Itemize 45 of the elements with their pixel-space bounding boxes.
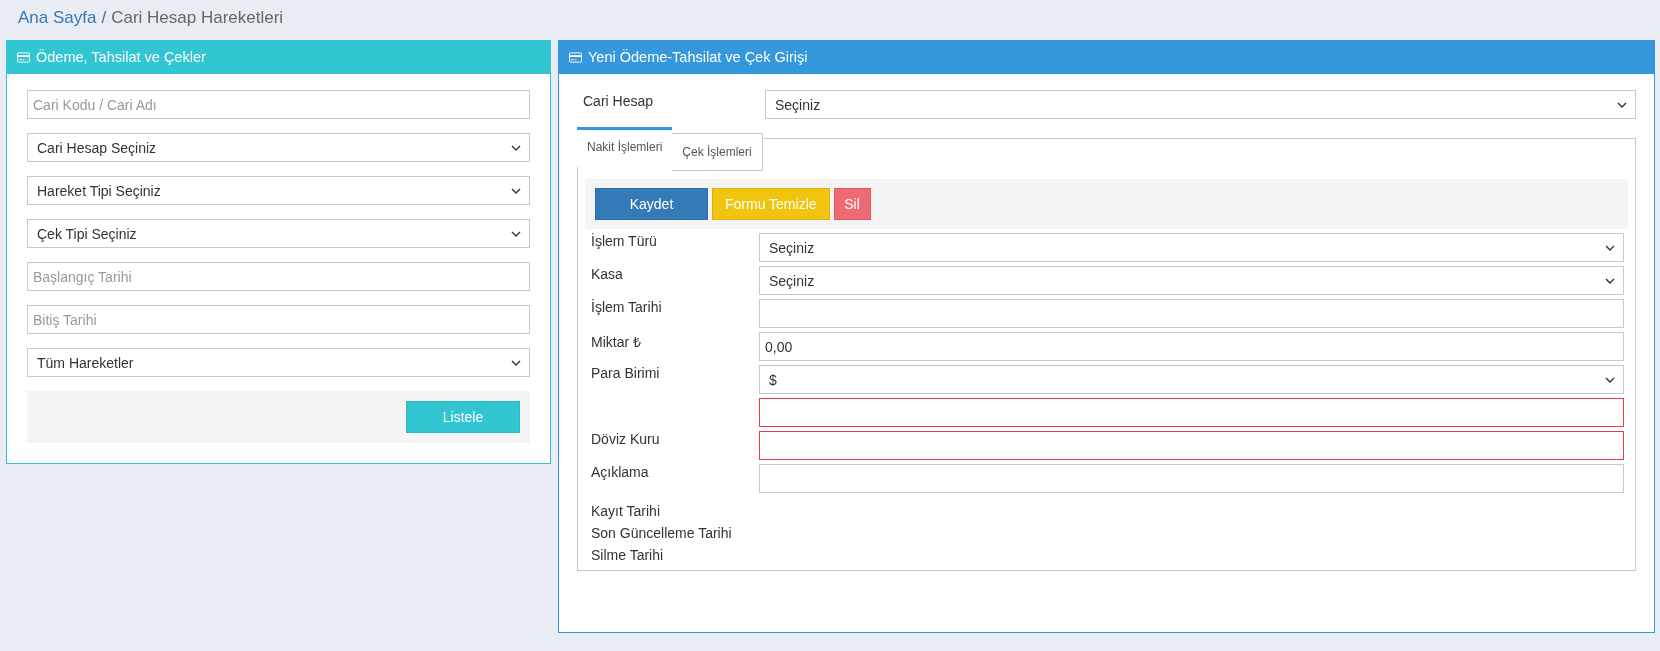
field-label: Kayıt Tarihi (591, 503, 661, 519)
input-field[interactable]: Bitiş Tarihi (27, 305, 530, 334)
input-field[interactable]: 0,00 (759, 332, 1624, 361)
home-link[interactable]: Ana Sayfa (18, 8, 97, 40)
chevron-down-icon (1605, 244, 1615, 251)
field-label: Açıklama (591, 464, 649, 480)
dropdown[interactable]: Çek Tipi Seçiniz (27, 219, 530, 248)
panel-title: Yeni Ödeme-Tahsilat ve Çek Girişi (588, 49, 808, 65)
field-label: İşlem Tarihi (591, 299, 662, 315)
input-field[interactable] (759, 398, 1624, 427)
breadcrumb-separator: / (101, 8, 107, 29)
credit-card-icon (17, 51, 30, 63)
page-title: Cari Hesap Hareketleri (111, 8, 284, 29)
input-field[interactable] (759, 464, 1624, 493)
dropdown[interactable]: Seçiniz (759, 266, 1624, 295)
credit-card-icon (569, 51, 582, 63)
input-field[interactable]: Başlangıç Tarihi (27, 262, 530, 291)
field-label: İşlem Türü (591, 233, 657, 249)
field-label: Cari Hesap (582, 92, 655, 109)
chevron-down-icon (1605, 376, 1615, 383)
dropdown[interactable]: Tüm Hareketler (27, 348, 530, 377)
field-label: Miktar ₺ (591, 334, 641, 350)
chevron-down-icon (511, 230, 521, 237)
field-label: Son Güncelleme Tarihi (591, 525, 733, 541)
tab[interactable]: Çek İşlemleri (672, 133, 763, 171)
input-field[interactable] (759, 299, 1624, 328)
panel-title: Ödeme, Tahsilat ve Çekler (36, 49, 206, 65)
save-button[interactable]: Kaydet (595, 188, 708, 220)
input-field[interactable]: Cari Kodu / Cari Adı (27, 90, 530, 119)
input-field[interactable] (759, 431, 1624, 460)
field-label: Silme Tarihi (591, 547, 665, 563)
chevron-down-icon (1617, 101, 1627, 108)
field-label: Döviz Kuru (591, 431, 660, 447)
chevron-down-icon (511, 359, 521, 366)
dropdown[interactable]: Cari Hesap Seçiniz (27, 133, 530, 162)
tab[interactable]: Nakit İşlemleri (577, 127, 673, 167)
dropdown[interactable]: Hareket Tipi Seçiniz (27, 176, 530, 205)
chevron-down-icon (1605, 277, 1615, 284)
field-label: Kasa (591, 266, 623, 282)
chevron-down-icon (511, 187, 521, 194)
field-label: Para Birimi (591, 365, 660, 381)
dropdown[interactable]: Seçiniz (759, 233, 1624, 262)
dropdown[interactable]: $ (759, 365, 1624, 394)
chevron-down-icon (511, 144, 521, 151)
dropdown[interactable]: Seçiniz (765, 90, 1636, 119)
